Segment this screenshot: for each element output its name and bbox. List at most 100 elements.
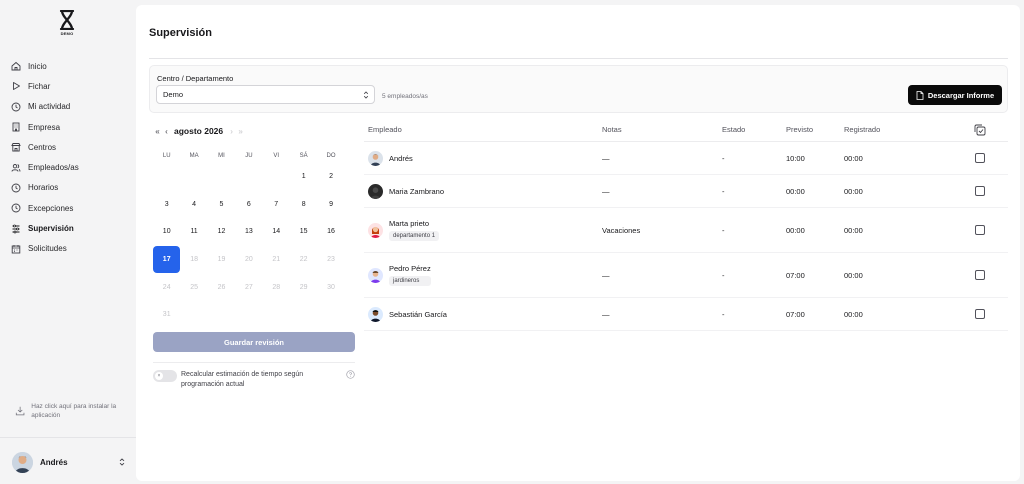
calendar-day[interactable]: 27 (235, 284, 262, 291)
select-all-icon[interactable] (974, 124, 986, 136)
status-cell: - (722, 186, 725, 196)
play-icon (11, 81, 21, 91)
calendar-day[interactable]: 9 (317, 201, 344, 208)
calendar-day[interactable]: 11 (180, 228, 207, 235)
calendar-day[interactable]: 26 (208, 284, 235, 291)
calendar-weekday: DO (326, 152, 336, 159)
calendar-day[interactable]: 13 (235, 228, 262, 235)
table-header: Empleado Notas Estado Previsto Registrad… (364, 118, 1008, 142)
prev-year-icon[interactable]: « (153, 127, 162, 136)
calendar-weekday: MI (218, 152, 225, 159)
calendar-day[interactable]: 19 (208, 256, 235, 263)
calendar-day[interactable]: 28 (263, 284, 290, 291)
download-report-button[interactable]: Descargar Informe (908, 85, 1002, 105)
row-checkbox[interactable] (975, 270, 985, 280)
next-year-icon[interactable]: » (236, 127, 245, 136)
filter-bar: Centro / Departamento Demo 5 empleados/a… (149, 65, 1008, 113)
status-cell: - (722, 225, 725, 235)
calendar-day[interactable]: 16 (317, 228, 344, 235)
employee-cell: Marta prieto departamento 1 (364, 219, 602, 241)
row-checkbox[interactable] (975, 186, 985, 196)
sidebar-item-solicitudes[interactable]: Solicitudes (0, 239, 136, 259)
center-select[interactable]: Demo (156, 85, 375, 104)
calendar-day[interactable]: 15 (290, 228, 317, 235)
employee-info: Maria Zambrano (389, 187, 444, 196)
save-review-button[interactable]: Guardar revisión (153, 332, 355, 352)
employee-count: 5 empleados/as (382, 93, 428, 100)
calendar-day[interactable]: 30 (317, 284, 344, 291)
calendar-day[interactable]: 1 (290, 173, 317, 180)
next-month-icon[interactable]: › (227, 127, 236, 136)
sidebar-item-empleados[interactable]: Empleados/as (0, 157, 136, 177)
calendar-day[interactable]: 24 (153, 284, 180, 291)
calendar-day[interactable]: 20 (235, 256, 262, 263)
employee-name: Sebastián García (389, 309, 447, 319)
clock-icon (11, 183, 21, 193)
hourglass-logo-icon (59, 10, 75, 30)
calendar-day[interactable]: 10 (153, 228, 180, 235)
calendar-day[interactable]: 25 (180, 284, 207, 291)
calendar-day[interactable]: 14 (263, 228, 290, 235)
avatar (368, 222, 383, 238)
check-cell (960, 186, 1000, 196)
calendar-day[interactable]: 12 (208, 228, 235, 235)
calendar-weekday: VI (273, 152, 280, 159)
calendar-grid: LU MA MI JU VI SÁ DO 1 2 3 4 5 6 7 8 9 10 11 12 13 14 15 16 17 1… (153, 148, 359, 329)
sidebar-item-inicio[interactable]: Inicio (0, 56, 136, 76)
calendar-day[interactable]: 23 (317, 256, 344, 263)
sidebar-item-fichar[interactable]: Fichar (0, 76, 136, 96)
clock-icon (11, 203, 21, 213)
calendar-day[interactable]: 2 (317, 173, 344, 180)
calendar-day[interactable]: 22 (290, 256, 317, 263)
employee-cell: Andrés (364, 150, 602, 166)
calendar-divider (153, 362, 355, 363)
calendar-day[interactable]: 17 (153, 246, 181, 274)
row-checkbox[interactable] (975, 225, 985, 235)
header-status: Estado (722, 125, 746, 134)
avatar (368, 267, 383, 283)
calendar-week: 12 (153, 163, 359, 191)
prev-month-icon[interactable]: ‹ (162, 127, 171, 136)
calendar-day[interactable]: 21 (263, 256, 290, 263)
calendar-day[interactable]: 3 (153, 201, 180, 208)
chevron-up-down-icon (119, 458, 125, 466)
employee-cell: Sebastián García (364, 306, 602, 322)
calendar-day[interactable]: 18 (180, 256, 207, 263)
calendar-day[interactable]: 7 (263, 201, 290, 208)
sidebar-item-mi-actividad[interactable]: Mi actividad (0, 97, 136, 117)
notes-cell: Vacaciones (602, 225, 641, 235)
calendar-day[interactable]: 4 (180, 201, 207, 208)
employee-name: Maria Zambrano (389, 186, 445, 196)
calendar-weekday: SÁ (299, 152, 308, 159)
planned-cell: 00:00 (786, 225, 805, 235)
sidebar-item-excepciones[interactable]: Excepciones (0, 198, 136, 218)
sidebar-item-centros[interactable]: Centros (0, 137, 136, 157)
calendar-day[interactable]: 8 (290, 201, 317, 208)
row-checkbox[interactable] (975, 153, 985, 163)
status-cell: - (722, 270, 725, 280)
calendar-day[interactable]: 6 (235, 201, 262, 208)
help-icon[interactable] (346, 370, 355, 379)
sidebar-item-supervision[interactable]: Supervisión (0, 218, 136, 238)
calendar-day[interactable]: 5 (208, 201, 235, 208)
logo[interactable]: DEMO (57, 10, 77, 38)
user-menu[interactable]: Andrés (12, 451, 126, 473)
registered-cell: 00:00 (844, 225, 863, 235)
sidebar-item-horarios[interactable]: Horarios (0, 178, 136, 198)
page-title: Supervisión (149, 27, 212, 39)
sidebar-item-empresa[interactable]: Empresa (0, 117, 136, 137)
department-tag: jardineros (389, 276, 431, 286)
registered-cell: 00:00 (844, 186, 863, 196)
calendar-day[interactable]: 29 (290, 284, 317, 291)
install-app-link[interactable]: Haz click aquí para instalar la aplicaci… (15, 402, 130, 420)
employee-cell: Pedro Pérez jardineros (364, 264, 602, 286)
table-row: Andrés — - 10:00 00:00 (364, 142, 1008, 175)
calendar-day[interactable]: 31 (153, 311, 180, 318)
supervision-table: Empleado Notas Estado Previsto Registrad… (364, 118, 1008, 331)
recalculate-toggle[interactable]: × (153, 370, 177, 382)
employee-info: Marta prieto departamento 1 (389, 219, 440, 241)
table-row: Pedro Pérez jardineros — - 07:00 00:00 (364, 253, 1008, 298)
row-checkbox[interactable] (975, 309, 985, 319)
planned-cell: 07:00 (786, 270, 805, 280)
calendar-icon (11, 244, 21, 254)
